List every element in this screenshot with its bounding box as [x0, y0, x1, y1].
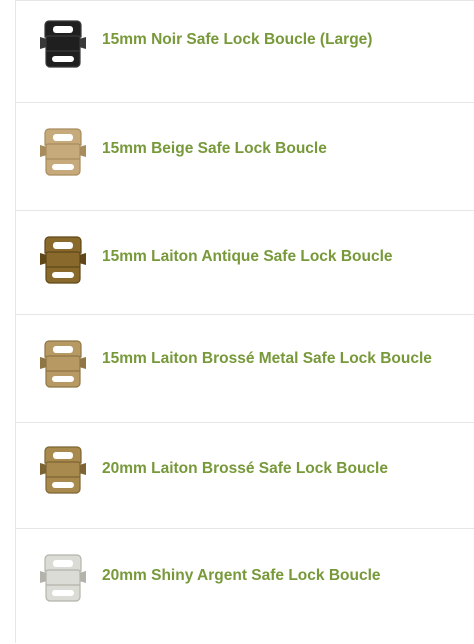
buckle-brushed-brass-icon[interactable] [34, 441, 92, 499]
product-title-link[interactable]: 15mm Laiton Antique Safe Lock Boucle [102, 248, 393, 266]
buckle-silver-icon[interactable] [34, 549, 92, 607]
list-item[interactable]: 15mm Laiton Brossé Metal Safe Lock Boucl… [16, 315, 474, 423]
product-title-link[interactable]: 15mm Noir Safe Lock Boucle (Large) [102, 31, 372, 49]
product-title-link[interactable]: 20mm Laiton Brossé Safe Lock Boucle [102, 460, 388, 478]
list-item[interactable]: 15mm Beige Safe Lock Boucle [16, 103, 474, 211]
list-item[interactable]: 15mm Laiton Antique Safe Lock Boucle [16, 211, 474, 315]
product-title-link[interactable]: 20mm Shiny Argent Safe Lock Boucle [102, 567, 381, 585]
buckle-antique-brass-icon[interactable] [34, 231, 92, 289]
product-title-link[interactable]: 15mm Laiton Brossé Metal Safe Lock Boucl… [102, 350, 432, 368]
buckle-brushed-brass-icon[interactable] [34, 335, 92, 393]
product-list: 15mm Noir Safe Lock Boucle (Large) 15mm … [15, 0, 474, 643]
list-item[interactable]: 20mm Shiny Argent Safe Lock Boucle [16, 529, 474, 644]
list-item[interactable]: 20mm Laiton Brossé Safe Lock Boucle [16, 423, 474, 529]
buckle-black-icon[interactable] [34, 15, 92, 73]
product-title-link[interactable]: 15mm Beige Safe Lock Boucle [102, 140, 327, 158]
list-item[interactable]: 15mm Noir Safe Lock Boucle (Large) [16, 1, 474, 103]
buckle-beige-icon[interactable] [34, 123, 92, 181]
